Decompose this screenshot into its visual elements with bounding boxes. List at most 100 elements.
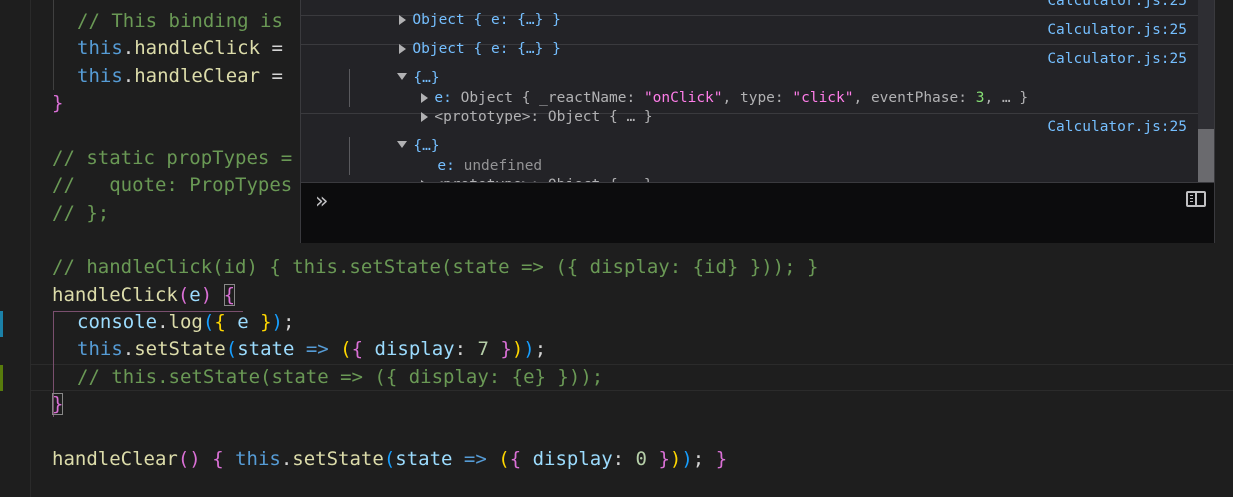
code-token: {	[214, 311, 226, 333]
console-message[interactable]: {…} Calculator.js:25 e: undefined <proto…	[301, 114, 1199, 193]
code-token: )	[523, 338, 535, 360]
code-token: (	[498, 448, 510, 470]
code-token: .	[122, 338, 135, 360]
split-console-icon[interactable]	[1186, 191, 1206, 207]
code-token: =>	[452, 448, 499, 470]
code-token: handleClick	[134, 37, 261, 59]
code-line[interactable]: }	[52, 90, 63, 117]
code-token: {	[223, 284, 236, 306]
code-line[interactable]: handleClear() { this.setState(state => (…	[52, 446, 727, 473]
prototype-row[interactable]: <prototype>: Object { … }	[369, 89, 653, 125]
code-token: ;	[283, 311, 295, 333]
code-token: this	[223, 448, 281, 470]
code-token: {	[351, 338, 364, 360]
code-token: // quote: PropTypes	[52, 174, 293, 196]
console-message[interactable]: Object { e: {…} } Calculator.js:25	[301, 0, 1199, 28]
code-token: =	[260, 37, 283, 59]
code-token: e	[189, 284, 201, 306]
property-row-e: e: undefined	[385, 138, 542, 174]
code-token: // static propTypes =	[52, 147, 293, 169]
source-link[interactable]: Calculator.js:25	[1047, 50, 1187, 69]
code-token: handleClear	[52, 448, 178, 470]
code-token: }	[52, 393, 64, 415]
change-marker	[0, 311, 3, 337]
code-token: state	[395, 448, 453, 470]
message-summary-row[interactable]: Object { e: {…} }	[347, 21, 561, 57]
property-key: type:	[739, 90, 784, 106]
console-scrollbar[interactable]	[1198, 0, 1214, 182]
code-token: )	[669, 448, 682, 470]
code-token: e	[225, 311, 261, 333]
code-token: )	[271, 311, 283, 333]
code-token: )	[681, 448, 693, 470]
code-token: (	[225, 338, 238, 360]
code-token: handleClear	[134, 65, 261, 87]
message-summary-row[interactable]: {…}	[345, 50, 440, 86]
editor-gutter	[0, 0, 31, 497]
source-link[interactable]: Calculator.js:25	[1047, 118, 1187, 137]
code-line[interactable]: // static propTypes =	[52, 145, 292, 172]
code-token: }	[260, 311, 272, 333]
prompt-chevron-icon: »	[315, 189, 329, 214]
code-token: )	[511, 338, 524, 360]
code-line[interactable]: handleClick(e) {	[52, 282, 236, 309]
code-line[interactable]: this.handleClick =	[77, 35, 283, 62]
source-link[interactable]: Calculator.js:25	[1047, 0, 1187, 11]
code-line[interactable]: this.setState(state => ({ display: 7 }))…	[77, 336, 546, 363]
code-token: =	[260, 65, 283, 87]
code-token: ;	[692, 448, 716, 470]
console-input[interactable]: »	[301, 182, 1214, 243]
code-token: this	[77, 37, 123, 59]
code-token: =>	[294, 338, 341, 360]
code-token: }	[715, 448, 728, 470]
code-line[interactable]: // quote: PropTypes	[52, 172, 292, 199]
scrollbar-thumb[interactable]	[1198, 129, 1214, 182]
code-token: (	[202, 311, 215, 333]
property-key: eventPhase:	[870, 90, 967, 106]
code-token: :	[612, 448, 636, 470]
code-line[interactable]: this.handleClear =	[77, 63, 283, 90]
code-token: this	[77, 65, 123, 87]
code-line[interactable]: console.log({ e });	[77, 309, 294, 336]
code-token: // This binding is	[77, 10, 283, 32]
code-token: }	[488, 338, 512, 360]
message-summary-row[interactable]: {…}	[345, 118, 440, 154]
code-token: (	[340, 338, 352, 360]
code-token: .	[280, 448, 293, 470]
change-marker	[0, 365, 3, 391]
code-token: .	[122, 37, 135, 59]
code-token: console	[77, 311, 158, 333]
code-line[interactable]: }	[52, 391, 64, 418]
code-token: }	[647, 448, 670, 470]
code-token: setState	[134, 338, 226, 360]
code-token: :	[454, 338, 478, 360]
code-line[interactable]: // };	[52, 200, 109, 227]
console-message[interactable]: Object { e: {…} } Calculator.js:25	[301, 16, 1199, 57]
code-token: (	[383, 448, 396, 470]
code-line[interactable]: // this.setState(state => ({ display: {e…	[77, 364, 603, 391]
property-ellipsis: , … }	[984, 90, 1029, 106]
code-token: )	[200, 284, 213, 306]
code-line[interactable]: // handleClick(id) { this.setState(state…	[52, 254, 818, 281]
code-token: state	[237, 338, 295, 360]
code-token: this	[77, 338, 123, 360]
code-token: 0	[635, 448, 647, 470]
prototype-row[interactable]: <prototype>: Object { … }	[369, 157, 653, 193]
message-summary-row[interactable]: Object { e: {…} }	[347, 0, 561, 28]
devtools-console[interactable]: Object { e: {…} } Calculator.js:25 Objec…	[300, 0, 1215, 243]
source-link[interactable]: Calculator.js:25	[1047, 21, 1187, 40]
tree-line	[349, 69, 350, 107]
code-token: .	[122, 65, 135, 87]
code-token: {	[509, 448, 522, 470]
code-token: log	[168, 311, 203, 333]
code-token: 7	[477, 338, 489, 360]
code-token: // this.setState(state => ({ display: {e…	[77, 366, 604, 388]
property-row-e[interactable]: e: Object { _reactName: "onClick", type:…	[369, 70, 1028, 106]
code-line[interactable]: // This binding is	[77, 8, 283, 35]
code-token: }	[52, 92, 64, 114]
code-token: // handleClick(id) { this.setState(state…	[52, 256, 819, 278]
console-message[interactable]: {…} Calculator.js:25 e: Object { _reactN…	[301, 45, 1199, 125]
code-token: {	[212, 448, 224, 470]
